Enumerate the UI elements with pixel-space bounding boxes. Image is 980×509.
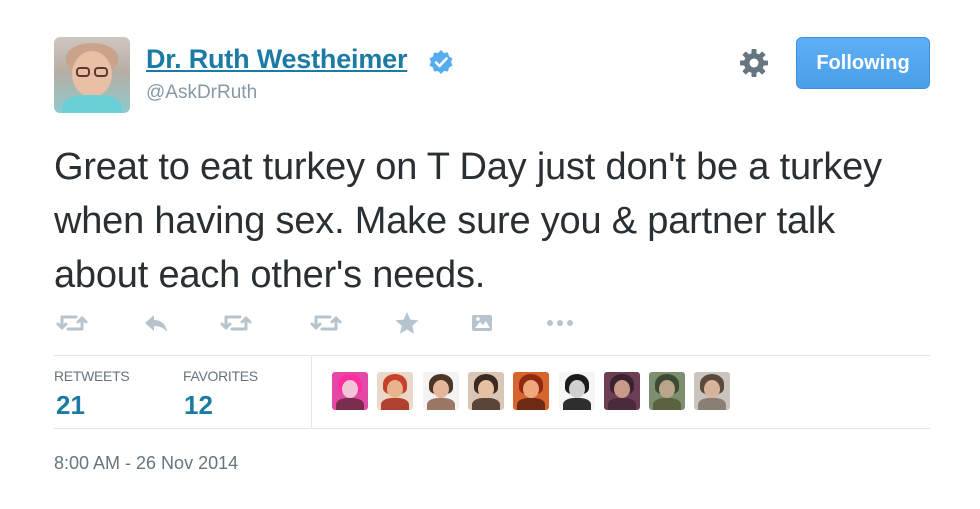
avatar[interactable] bbox=[649, 372, 685, 410]
retweets-count[interactable]: 21 bbox=[56, 390, 85, 421]
avatar[interactable] bbox=[694, 372, 730, 410]
reply-icon[interactable] bbox=[140, 306, 172, 340]
avatar[interactable] bbox=[468, 372, 504, 410]
avatar[interactable] bbox=[513, 372, 549, 410]
tweet-timestamp[interactable]: 8:00 AM - 26 Nov 2014 bbox=[54, 453, 238, 474]
image-icon[interactable] bbox=[468, 306, 496, 340]
favorites-count[interactable]: 12 bbox=[184, 390, 213, 421]
avatar[interactable] bbox=[332, 372, 368, 410]
favorites-label: FAVORITES bbox=[183, 368, 258, 384]
gear-icon[interactable] bbox=[738, 47, 770, 79]
avatar[interactable] bbox=[604, 372, 640, 410]
author-handle[interactable]: @AskDrRuth bbox=[146, 82, 257, 104]
stats-top-divider bbox=[54, 355, 930, 356]
following-button[interactable]: Following bbox=[796, 37, 930, 89]
favorite-star-icon[interactable] bbox=[392, 306, 422, 340]
author-name[interactable]: Dr. Ruth Westheimer bbox=[146, 44, 407, 75]
tweet-text: Great to eat turkey on T Day just don't … bbox=[54, 146, 882, 296]
tweet-card: Dr. Ruth Westheimer @AskDrRuth Following… bbox=[0, 0, 980, 509]
stats-bottom-divider bbox=[54, 428, 930, 429]
verified-badge-icon bbox=[429, 50, 453, 74]
more-icon[interactable] bbox=[542, 306, 578, 340]
retweet-icon[interactable] bbox=[218, 306, 254, 340]
avatar[interactable] bbox=[559, 372, 595, 410]
stats-separator bbox=[311, 356, 312, 428]
avatar[interactable] bbox=[377, 372, 413, 410]
avatar[interactable] bbox=[423, 372, 459, 410]
author-avatar[interactable] bbox=[54, 37, 130, 113]
retweet-icon[interactable] bbox=[308, 306, 344, 340]
retweets-label: RETWEETS bbox=[54, 368, 130, 384]
retweet-icon[interactable] bbox=[54, 306, 90, 340]
